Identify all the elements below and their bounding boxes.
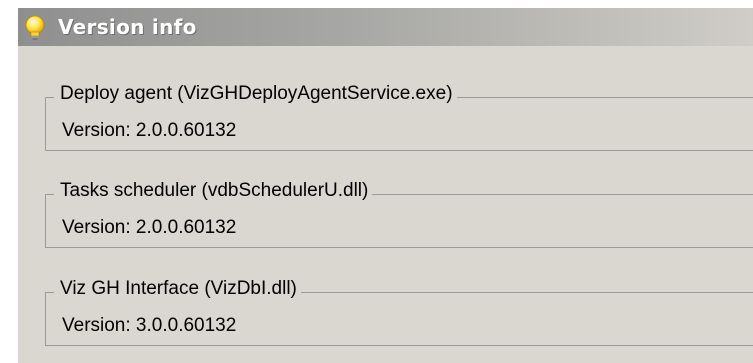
panel-title: Version info	[58, 15, 197, 39]
version-info-panel: Version info Deploy agent (VizGHDeployAg…	[18, 8, 753, 363]
component-group-deploy-agent: Deploy agent (VizGHDeployAgentService.ex…	[45, 83, 753, 151]
component-name: Viz GH Interface (VizDbI.dll)	[54, 278, 301, 300]
component-name: Tasks scheduler (vdbSchedulerU.dll)	[54, 180, 373, 202]
component-name: Deploy agent (VizGHDeployAgentService.ex…	[54, 83, 457, 105]
component-group-tasks-scheduler: Tasks scheduler (vdbSchedulerU.dll) Vers…	[45, 180, 753, 248]
component-version: Version: 2.0.0.60132	[62, 120, 237, 141]
component-version: Version: 2.0.0.60132	[62, 217, 237, 238]
panel-header: Version info	[18, 8, 753, 46]
lightbulb-icon	[24, 15, 46, 41]
component-version: Version: 3.0.0.60132	[62, 315, 237, 336]
component-group-viz-gh-interface: Viz GH Interface (VizDbI.dll) Version: 3…	[45, 278, 753, 346]
